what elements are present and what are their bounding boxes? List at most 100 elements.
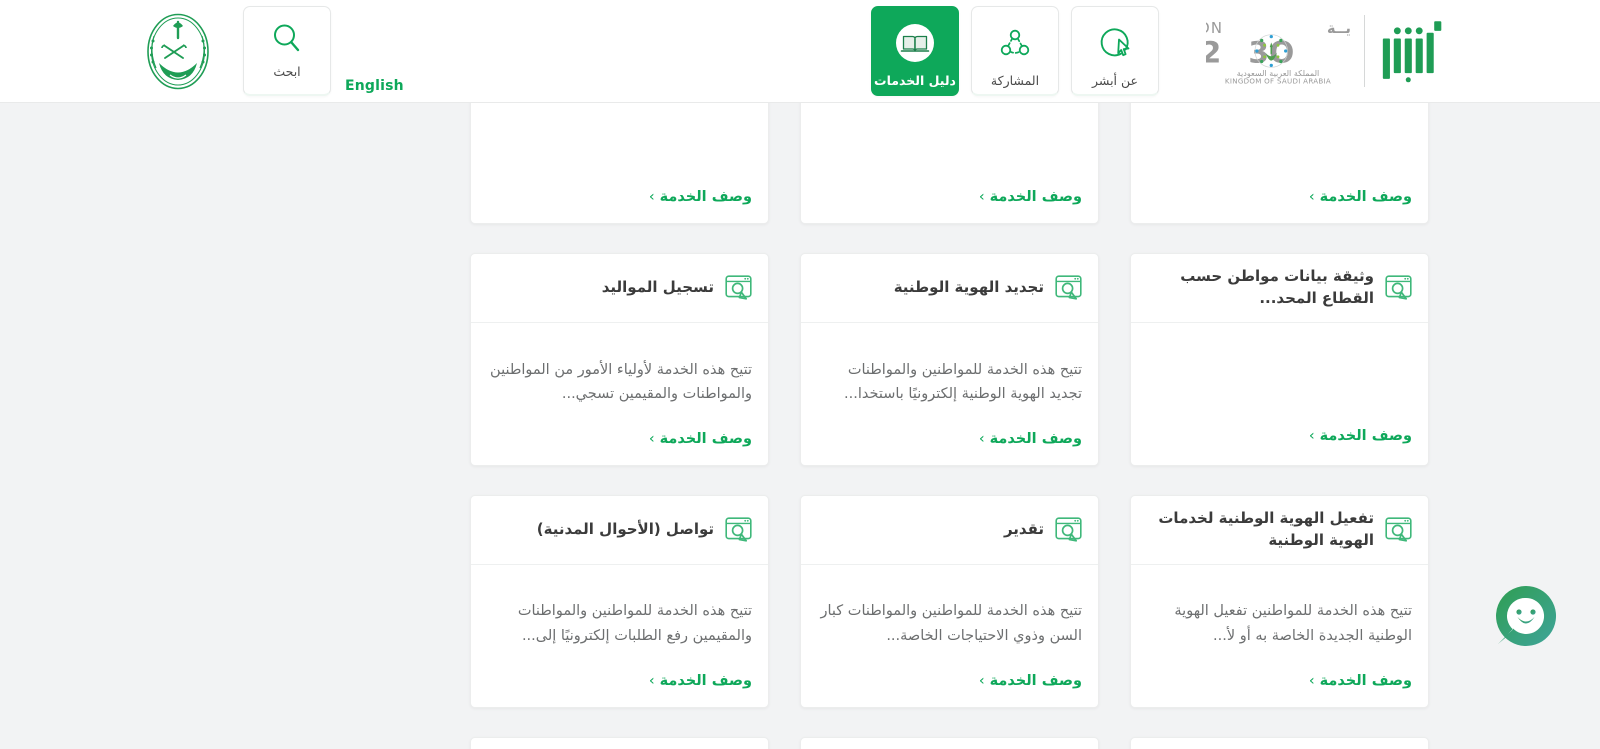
service-description-link-label: وصف الخدمة [989,189,1082,205]
language-toggle-link[interactable]: English [345,78,404,94]
service-card-footer: وصف الخدمة› [1131,419,1428,462]
service-description-link-label: وصف الخدمة [1319,189,1412,205]
service-search-icon [1055,517,1082,543]
service-description-link-label: وصف الخدمة [1319,428,1412,444]
service-card-footer: وصف الخدمة› [801,180,1098,223]
service-card-title: تسجيل المواليد [601,278,714,297]
service-card-header: تفعيل الهوية الوطنية لخدمات الهوية الوطن… [1131,496,1428,565]
service-card[interactable]: تقدير تتيح هذه الخدمة للمواطنين والمواطنا… [800,494,1099,708]
nav-tile-services-directory[interactable]: دليل الخدمات [871,6,959,96]
service-card[interactable]: تفويض الجهات الأخرى بالاطلاع على...وصف ا… [470,103,769,224]
service-description-link-label: وصف الخدمة [989,430,1082,447]
service-card-description: تتيح هذه الخدمة للمواطنين تفعيل الهوية ا… [1174,603,1412,645]
service-search-icon [725,517,752,543]
chat-assistant-button[interactable] [1494,584,1558,648]
service-card-title: تقدير [1003,520,1044,538]
service-description-link-label: وصف الخدمة [659,430,752,447]
service-card-header: خدمات شهادة الوفاة [801,738,1098,749]
service-card-title: تواصل (الأحوال المدنية) [536,520,714,538]
nav-label-services-directory: دليل الخدمات [874,73,956,88]
service-search-icon [1385,275,1412,301]
service-card-header: تواصل (الأحوال المدنية) [471,496,768,565]
service-card[interactable]: تسجيل المواليد تتيح هذه الخدمة لأولياء ال… [470,253,769,466]
service-card-footer: وصف الخدمة› [801,422,1098,465]
svg-text:VISION: VISION [1206,19,1223,37]
service-description-link-label: وصف الخدمة [1319,672,1412,689]
service-description-link[interactable]: وصف الخدمة› [1309,428,1412,444]
service-card-header: تجديد الهوية الوطنية [801,254,1098,323]
service-description-link[interactable]: وصف الخدمة› [649,189,752,205]
site-header: ابحث English دليل الخدمات المشاركة عن أب… [0,0,1600,103]
service-card-footer: وصف الخدمة› [471,664,768,707]
service-description-link[interactable]: وصف الخدمة› [979,189,1082,205]
service-card[interactable]: وثيقة بيانات مواطن التي تم إصدارها م...و… [1130,103,1429,224]
saudi-national-emblem-icon [140,12,216,91]
service-description-link[interactable]: وصف الخدمة› [979,673,1082,689]
service-card-body [1131,103,1428,180]
service-card[interactable]: خدمات شهادة الوفاةتتيح هذه الخدمة إصدار … [800,736,1099,749]
service-card-header: تسجيل المواليد [471,254,768,323]
service-card-body: تتيح هذه الخدمة للمواطنين والمواطنات وال… [471,565,768,664]
service-search-icon [725,275,752,301]
service-card-body: تتيح هذه الخدمة للمواطنين والمواطنات تجد… [801,323,1098,422]
brand-divider [1364,15,1365,87]
service-description-link[interactable]: وصف الخدمة› [649,431,752,447]
service-description-link[interactable]: وصف الخدمة› [1309,673,1412,689]
search-icon [271,22,303,54]
absher-logo [1379,18,1450,84]
search-button[interactable]: ابحث [243,6,331,96]
service-card-description: تتيح هذه الخدمة لأولياء الأمور من المواط… [490,361,752,403]
service-card[interactable]: تفويض لشخص آخر وذلك لزيارة أحد مكات...وص… [800,103,1099,224]
service-card-description: تتيح هذه الخدمة للمواطنين والمواطنات كبا… [820,603,1083,645]
service-description-link-label: وصف الخدمة [659,672,752,689]
chevron-left-icon: › [978,430,985,447]
service-search-icon [1055,275,1082,301]
service-card-footer: وصف الخدمة› [801,664,1098,707]
chevron-left-icon: › [1308,189,1315,205]
svg-text:KINGDOM OF SAUDI ARABIA: KINGDOM OF SAUDI ARABIA [1225,77,1331,86]
service-description-link[interactable]: وصف الخدمة› [979,431,1082,447]
service-card-title: وثيقة بيانات مواطن حسب القطاع المحد... [1180,267,1374,307]
nav-tile-about-absher[interactable]: عن أبشر [1071,6,1159,96]
service-description-link-label: وصف الخدمة [659,189,752,205]
chevron-left-icon: › [1308,428,1315,444]
service-card-header: شهداء الواجب [471,738,768,749]
open-book-icon [895,23,935,63]
header-nav: دليل الخدمات المشاركة عن أبشر [871,6,1159,96]
service-card[interactable]: وثيقة بيانات مواطن حسب القطاع المحد... وص… [1130,253,1429,466]
nav-label-participation: المشاركة [990,73,1040,88]
services-grid: وثيقة بيانات مواطن التي تم إصدارها م...و… [141,103,1429,749]
service-card-body [801,103,1098,180]
service-description-link[interactable]: وصف الخدمة› [649,673,752,689]
chevron-left-icon: › [648,672,655,689]
service-card-header: حجز موعد [1131,738,1428,749]
service-card[interactable]: تفعيل الهوية الوطنية لخدمات الهوية الوطن… [1130,494,1429,708]
nav-label-about-absher: عن أبشر [1092,73,1138,88]
service-card-description: تتيح هذه الخدمة للمواطنين والمواطنات تجد… [844,361,1082,403]
service-search-icon [1385,517,1412,543]
service-card-body [1131,323,1428,419]
brand-logos: رؤيــة VISION 2 3O المملكة العربية السعو… [1206,10,1450,92]
service-card-title: تجديد الهوية الوطنية [893,278,1044,297]
vision-2030-logo: رؤيــة VISION 2 3O المملكة العربية السعو… [1206,15,1350,87]
service-card[interactable]: حجز موعدتتيح هذه الخدمة للمستفيدين حجز م… [1130,736,1429,749]
svg-text:رؤيــة: رؤيــة [1327,21,1350,37]
nav-tile-participation[interactable]: المشاركة [971,6,1059,96]
service-card-description: تتيح هذه الخدمة للمواطنين والمواطنات وال… [517,603,752,645]
search-button-label: ابحث [273,64,301,80]
service-card-footer: وصف الخدمة› [1131,664,1428,707]
service-card-body: تتيح هذه الخدمة لأولياء الأمور من المواط… [471,323,768,422]
chevron-left-icon: › [978,672,985,689]
service-card[interactable]: تجديد الهوية الوطنية تتيح هذه الخدمة للمو… [800,253,1099,466]
service-card[interactable]: تواصل (الأحوال المدنية) تتيح هذه الخدمة ل… [470,494,769,708]
service-card[interactable]: شهداء الواجبتتيح هذه الخدمة لذوي شهداء ا… [470,736,769,749]
services-grid-viewport: وثيقة بيانات مواطن التي تم إصدارها م...و… [0,103,1600,749]
service-description-link[interactable]: وصف الخدمة› [1309,189,1412,205]
chevron-left-icon: › [1308,672,1315,689]
service-card-header: تقدير [801,496,1098,565]
service-card-footer: وصف الخدمة› [1131,180,1428,223]
service-description-link-label: وصف الخدمة [989,672,1082,689]
chevron-left-icon: › [978,189,985,205]
service-card-footer: وصف الخدمة› [471,422,768,465]
chevron-left-icon: › [648,189,655,205]
